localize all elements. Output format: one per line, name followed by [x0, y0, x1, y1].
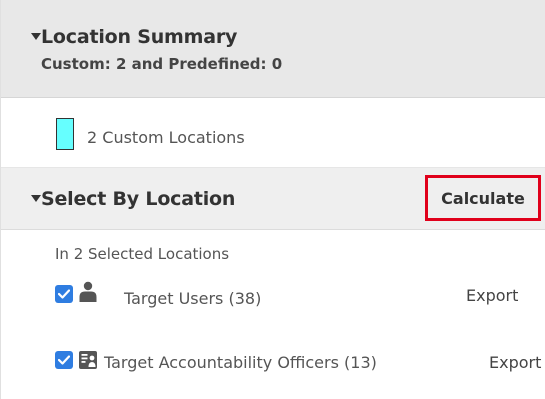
- target-officers-export-link[interactable]: Export: [489, 353, 541, 372]
- target-users-export-link[interactable]: Export: [466, 286, 518, 305]
- target-users-checkbox[interactable]: [55, 285, 73, 303]
- target-officers-row: Target Accountability Officers (13) Expo…: [1, 343, 545, 383]
- target-officers-label: Target Accountability Officers (13): [104, 353, 377, 372]
- collapse-caret-icon[interactable]: [31, 33, 41, 40]
- custom-location-swatch: [56, 118, 74, 150]
- custom-locations-label: 2 Custom Locations: [87, 128, 245, 147]
- target-officers-checkbox[interactable]: [55, 351, 73, 369]
- checkmark-icon: [58, 289, 70, 299]
- location-legend-row: 2 Custom Locations: [1, 98, 545, 168]
- location-summary-header[interactable]: Location Summary Custom: 2 and Predefine…: [1, 0, 545, 98]
- location-panel: Location Summary Custom: 2 and Predefine…: [0, 0, 545, 399]
- checkmark-icon: [58, 355, 70, 365]
- user-icon: [79, 281, 97, 302]
- select-by-location-header[interactable]: Select By Location Calculate: [1, 168, 545, 230]
- target-users-row: Target Users (38) Export: [1, 277, 545, 317]
- officer-badge-icon: [79, 351, 97, 369]
- select-by-location-title: Select By Location: [41, 188, 236, 210]
- selected-locations-heading: In 2 Selected Locations: [55, 245, 230, 263]
- location-summary-counts: Custom: 2 and Predefined: 0: [41, 55, 283, 73]
- calculate-button[interactable]: Calculate: [425, 175, 541, 221]
- location-summary-title: Location Summary: [41, 26, 238, 48]
- target-users-label: Target Users (38): [124, 289, 262, 308]
- collapse-caret-icon[interactable]: [31, 195, 41, 202]
